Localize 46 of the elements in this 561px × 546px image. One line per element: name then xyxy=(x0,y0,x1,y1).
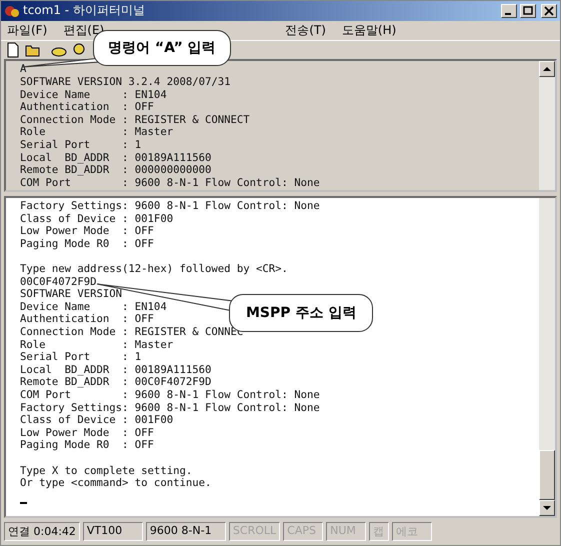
terminal-line: Serial Port : 1 xyxy=(20,351,142,364)
status-field: 9600 8-N-1 xyxy=(146,522,226,542)
terminal-line: Type X to complete setting. xyxy=(20,464,192,478)
terminal-line: Low Power Mode : OFF xyxy=(20,426,154,440)
terminal-line: SOFTWARE VERSION xyxy=(20,288,122,301)
terminal-line: Remote BD_ADDR : 00C0F4072F9D xyxy=(20,376,212,390)
status-field: VT100 xyxy=(82,522,143,542)
terminal-line: COM Port : 9600 8-N-1 Flow Control: None xyxy=(20,389,320,402)
terminal-line: Connection Mode : REGISTER & CONNECT xyxy=(20,114,250,126)
scrollbar[interactable] xyxy=(539,61,555,190)
terminal-line: Class of Device : 001F00 xyxy=(20,212,174,226)
terminal-line: Class of Device : 001F00 xyxy=(20,414,174,427)
terminal-line: 00C0F4072F9D xyxy=(20,276,97,288)
terminal-line: Paging Mode R0 : OFF xyxy=(20,439,154,452)
window-title: tcom1 - 하이퍼터미널 xyxy=(23,2,146,20)
terminal-line: Local BD_ADDR : 00189A111560 xyxy=(20,364,212,376)
terminal-line: Paging Mode R0 : OFF xyxy=(20,238,154,251)
terminal-line: Remote BD_ADDR : 000000000000 xyxy=(20,164,212,177)
terminal-line: Factory Settings: 9600 8-N-1 Flow Control: None xyxy=(20,402,320,414)
terminal-line: Authentication : OFF xyxy=(20,101,154,114)
scrollbar[interactable] xyxy=(539,198,555,516)
terminal-line: Role : Master xyxy=(20,338,174,352)
terminal-line: Type new address(12-hex) followed by <CR>. xyxy=(20,263,288,276)
scroll-up-icon[interactable] xyxy=(539,61,555,78)
menu-item[interactable]: 파일(F) xyxy=(5,22,50,39)
terminal-line: Factory Settings: 9600 8-N-1 Flow Control: None xyxy=(20,200,320,213)
terminal-line: Device Name : EN104 xyxy=(20,88,167,102)
menu-item[interactable]: 전송(T) xyxy=(283,22,328,39)
terminal-line: Role : Master xyxy=(20,126,174,139)
terminal-line: Authentication : OFF xyxy=(20,313,154,326)
terminal-line: Device Name : EN104 xyxy=(20,300,167,314)
menu-item[interactable]: 편집(E) xyxy=(61,22,106,39)
terminal-line: Or type <command> to continue. xyxy=(20,477,212,490)
terminal-line: Local BD_ADDR : 00189A111560 xyxy=(20,152,212,164)
text-cursor xyxy=(20,502,27,504)
scroll-thumb[interactable] xyxy=(539,450,555,500)
menu-item[interactable]: 도움말(H) xyxy=(340,22,398,39)
terminal-line: Low Power Mode : OFF xyxy=(20,225,154,238)
terminal-line: Serial Port : 1 xyxy=(20,139,142,152)
close-icon[interactable] xyxy=(541,4,557,18)
terminal-line: SOFTWARE VERSION 3.2.4 2008/07/31 xyxy=(20,76,230,89)
minimize-icon[interactable] xyxy=(501,4,517,18)
terminal-line: COM Port : 9600 8-N-1 Flow Control: None xyxy=(20,176,320,190)
scroll-down-icon[interactable] xyxy=(539,500,555,516)
maximize-icon[interactable] xyxy=(520,4,536,18)
status-field: 연결 0:04:42 xyxy=(4,522,80,542)
